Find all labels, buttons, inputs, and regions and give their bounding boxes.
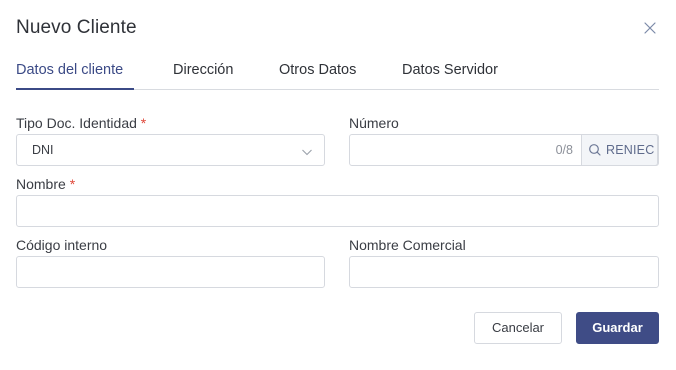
nombre-comercial-input[interactable]	[349, 256, 659, 288]
tab-bar: Datos del cliente Dirección Otros Datos …	[16, 62, 659, 90]
codigo-interno-input[interactable]	[16, 256, 325, 288]
tipo-doc-label: Tipo Doc. Identidad *	[16, 115, 146, 131]
close-icon[interactable]	[641, 19, 659, 37]
tab-datos-del-cliente[interactable]: Datos del cliente	[16, 62, 123, 78]
numero-label: Número	[349, 115, 399, 131]
tipo-doc-select[interactable]: DNI	[16, 134, 325, 166]
nombre-label-text: Nombre	[16, 176, 66, 192]
dialog-title: Nuevo Cliente	[16, 17, 137, 38]
chevron-down-icon	[301, 145, 313, 163]
nombre-label: Nombre *	[16, 176, 75, 192]
save-button[interactable]: Guardar	[576, 312, 659, 344]
new-client-dialog: Nuevo Cliente Datos del cliente Direcció…	[0, 0, 676, 370]
tab-datos-servidor[interactable]: Datos Servidor	[402, 62, 498, 78]
reniec-search-button[interactable]: RENIEC	[581, 134, 658, 166]
required-mark: *	[140, 115, 147, 131]
nombre-comercial-label: Nombre Comercial	[349, 237, 466, 253]
numero-input[interactable]: 0/8 RENIEC	[349, 134, 659, 166]
codigo-interno-label: Código interno	[16, 237, 108, 253]
tab-direccion[interactable]: Dirección	[173, 62, 233, 78]
numero-char-counter: 0/8	[555, 143, 573, 157]
tipo-doc-selected-value: DNI	[32, 143, 54, 157]
nombre-input[interactable]	[16, 195, 659, 227]
cancel-button[interactable]: Cancelar	[474, 312, 562, 344]
reniec-label: RENIEC	[606, 143, 655, 157]
search-icon	[588, 143, 602, 162]
active-tab-indicator	[16, 88, 134, 90]
tipo-doc-label-text: Tipo Doc. Identidad	[16, 115, 137, 131]
tab-otros-datos[interactable]: Otros Datos	[279, 62, 356, 78]
required-mark: *	[69, 176, 76, 192]
